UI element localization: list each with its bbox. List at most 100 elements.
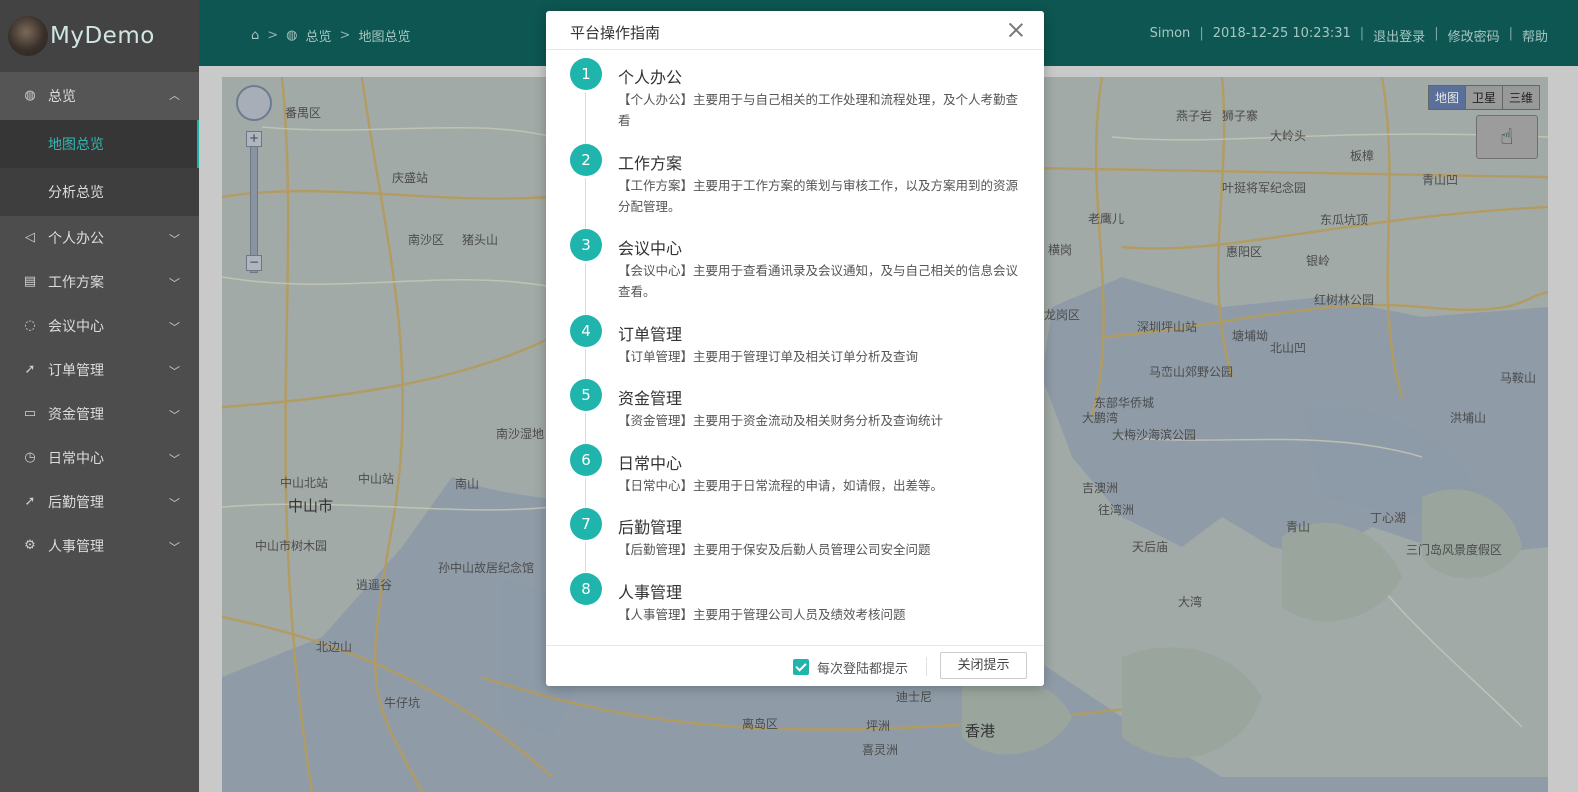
- sidebar-item-work-plan[interactable]: ▤ 工作方案 ﹀: [0, 260, 199, 304]
- clock-icon: ◷: [24, 450, 36, 465]
- close-icon[interactable]: [1008, 22, 1024, 38]
- map-label: 三门岛风景度假区: [1406, 543, 1503, 557]
- step-connector: [585, 178, 586, 230]
- sidebar-item-daily-center[interactable]: ◷ 日常中心 ﹀: [0, 436, 199, 480]
- step-description: 【订单管理】主要用于管理订单及相关订单分析及查询: [618, 349, 919, 364]
- logo[interactable]: MyDemo: [0, 0, 199, 72]
- map-label: 中山站: [358, 472, 395, 486]
- sidebar-item-label: 资金管理: [48, 407, 104, 423]
- map-type-switch: 地图 卫星 三维: [1427, 85, 1540, 110]
- chevron-down-icon: ﹀: [169, 409, 180, 422]
- map-label: 中山北站: [280, 476, 329, 490]
- chevron-down-icon: ﹀: [169, 365, 180, 378]
- rocket-icon: ➚: [24, 494, 36, 509]
- breadcrumb-item-overview[interactable]: 总览: [306, 26, 332, 45]
- step-title: 资金管理: [618, 389, 683, 408]
- sidebar-item-fund-management[interactable]: ▭ 资金管理 ﹀: [0, 392, 199, 436]
- map-label: 洪埔山: [1450, 411, 1487, 425]
- gear-icon: ⚙: [24, 538, 36, 553]
- map-label: 香港: [965, 722, 996, 740]
- sidebar-item-hr-management[interactable]: ⚙ 人事管理 ﹀: [0, 524, 199, 568]
- step-number: 3: [570, 229, 602, 261]
- map-label: 马鞍山: [1500, 371, 1537, 385]
- touch-hand-icon[interactable]: ☝: [1476, 115, 1538, 159]
- map-label: 银岭: [1306, 254, 1331, 268]
- rocket-icon: ➚: [24, 362, 36, 377]
- map-label: 孙中山故居纪念馆: [438, 561, 535, 575]
- map-label: 喜灵洲: [862, 743, 899, 757]
- chat-icon: ◌: [24, 318, 36, 333]
- map-label: 青山凹: [1422, 173, 1459, 187]
- chevron-up-icon: ︿: [169, 89, 180, 102]
- logout-link[interactable]: 退出登录: [1373, 26, 1425, 45]
- step-connector: [585, 413, 586, 444]
- map-zoom-slider[interactable]: [250, 133, 258, 273]
- datetime: 2018-12-25 10:23:31: [1212, 26, 1351, 41]
- sidebar-subitem-analysis-overview[interactable]: 分析总览: [0, 168, 199, 216]
- chevron-down-icon: ﹀: [169, 497, 180, 510]
- map-type-map[interactable]: 地图: [1428, 86, 1466, 109]
- step-number: 4: [570, 315, 602, 347]
- zoom-out-button[interactable]: −: [246, 255, 262, 271]
- sidebar-subitem-map-overview[interactable]: 地图总览: [0, 120, 199, 168]
- map-label: 红树林公园: [1314, 293, 1375, 307]
- map-label: 天后庙: [1132, 540, 1169, 554]
- home-icon[interactable]: ⌂: [251, 28, 259, 43]
- sidebar-item-logistics-management[interactable]: ➚ 后勤管理 ﹀: [0, 480, 199, 524]
- guide-steps: 1 个人办公 【个人办公】主要用于与自己相关的工作处理和流程处理，及个人考勤查看…: [546, 50, 1044, 645]
- step-description: 【个人办公】主要用于与自己相关的工作处理和流程处理，及个人考勤查看: [618, 92, 1019, 128]
- step-connector: [585, 478, 586, 508]
- step-description: 【工作方案】主要用于工作方案的策划与审核工作，以及方案用到的资源分配管理。: [618, 178, 1019, 214]
- modal-footer: 每次登陆都提示 关闭提示: [546, 645, 1044, 686]
- breadcrumb-item-map-overview: 地图总览: [358, 30, 411, 45]
- map-label: 吉澳洲: [1082, 481, 1119, 495]
- map-type-3d[interactable]: 三维: [1502, 86, 1539, 109]
- header-separator: |: [1434, 26, 1439, 41]
- map-label: 横岗: [1048, 243, 1073, 257]
- map-type-satellite[interactable]: 卫星: [1465, 86, 1503, 109]
- map-label: 往湾洲: [1098, 503, 1135, 517]
- map-label: 叶挺将军纪念园: [1222, 181, 1307, 195]
- map-label: 中山市树木园: [255, 539, 328, 553]
- step-number: 7: [570, 508, 602, 540]
- sidebar-item-order-management[interactable]: ➚ 订单管理 ﹀: [0, 348, 199, 392]
- step-title: 后勤管理: [618, 518, 683, 537]
- step-number: 6: [570, 444, 602, 476]
- map-label: 板樟: [1350, 149, 1375, 163]
- map-label: 北山凹: [1270, 341, 1307, 355]
- zoom-in-button[interactable]: +: [246, 131, 262, 147]
- user-name: Simon: [1149, 26, 1191, 41]
- map-label: 南沙湿地: [496, 427, 545, 441]
- megaphone-icon: ◁: [25, 230, 35, 245]
- map-label: 惠阳区: [1226, 245, 1263, 259]
- map-label: 深圳坪山站: [1137, 320, 1198, 334]
- header-separator: |: [1508, 26, 1513, 41]
- close-tips-button[interactable]: 关闭提示: [940, 652, 1027, 679]
- show-on-login-label[interactable]: 每次登陆都提示: [817, 658, 908, 677]
- help-link[interactable]: 帮助: [1522, 26, 1548, 45]
- map-label: 逍遥谷: [356, 578, 393, 592]
- chevron-down-icon: ﹀: [169, 541, 180, 554]
- map-label: 狮子寨: [1222, 109, 1259, 123]
- header-separator: |: [1359, 26, 1365, 41]
- map-label: 龙岗区: [1044, 308, 1081, 322]
- sidebar-item-overview[interactable]: ◍ 总览 ︿: [0, 72, 199, 120]
- map-label: 离岛区: [742, 717, 779, 731]
- step-description: 【资金管理】主要用于资金流动及相关财务分析及查询统计: [618, 413, 944, 428]
- sidebar-item-meeting-center[interactable]: ◌ 会议中心 ﹀: [0, 304, 199, 348]
- map-label: 牛仔坑: [384, 696, 421, 710]
- footer-divider: [926, 657, 927, 676]
- show-on-login-checkbox[interactable]: [793, 659, 809, 675]
- map-label: 番禺区: [285, 106, 322, 120]
- step-number: 1: [570, 58, 602, 90]
- change-password-link[interactable]: 修改密码: [1448, 26, 1500, 45]
- map-label: 青山: [1286, 520, 1311, 534]
- sidebar-item-personal-office[interactable]: ◁ 个人办公 ﹀: [0, 216, 199, 260]
- map-label: 东瓜坑顶: [1320, 213, 1369, 227]
- chevron-down-icon: ﹀: [169, 321, 180, 334]
- breadcrumb-separator: >: [267, 28, 279, 43]
- modal-header: 平台操作指南: [546, 11, 1044, 50]
- step-connector: [585, 263, 586, 315]
- map-pan-control[interactable]: [236, 85, 272, 121]
- map-label: 庆盛站: [392, 171, 429, 185]
